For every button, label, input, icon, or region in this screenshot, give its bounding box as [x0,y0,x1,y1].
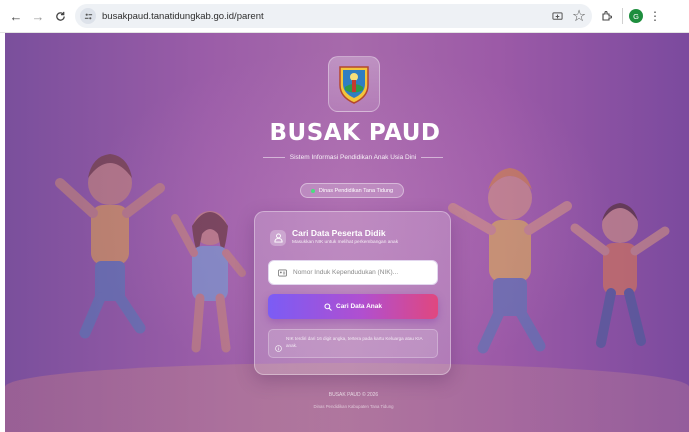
agency-badge-label: Dinas Pendidikan Tana Tidung [318,187,394,194]
browser-toolbar: ← → busakpaud.tanatidungkab.go.id/parent… [0,0,689,33]
agency-badge: Dinas Pendidikan Tana Tidung [300,183,404,198]
site-info-icon[interactable] [80,8,96,24]
app-subtitle: Sistem Informasi Pendidikan Anak Usia Di… [289,154,417,161]
nik-input[interactable] [293,269,433,276]
nik-field[interactable] [268,260,438,285]
user-icon [270,230,286,246]
child-illustration-right [448,168,572,354]
profile-avatar[interactable]: G [629,9,643,23]
menu-kebab-icon[interactable]: ⋮ [649,9,661,23]
url-text[interactable]: busakpaud.tanatidungkab.go.id/parent [102,11,548,22]
reload-icon[interactable] [51,7,69,25]
extensions-icon[interactable] [598,7,616,25]
search-button-label: Cari Data Anak [336,303,382,310]
page-background: BUSAK PAUD Sistem Informasi Pendidikan A… [5,33,689,432]
bookmark-star-icon[interactable]: ☆ [570,7,588,25]
footer-copyright: BUSAK PAUD © 2026 [328,392,379,398]
child-illustration-left [55,154,165,339]
id-card-icon [278,264,287,282]
search-child-button[interactable]: Cari Data Anak [268,294,438,319]
status-dot-icon [310,188,315,193]
card-title: Cari Data Peserta Didik [292,228,386,238]
search-card: Cari Data Peserta Didik Masukkan NIK unt… [254,211,451,375]
search-icon [324,299,332,314]
child-illustration-center-left [171,211,246,353]
toolbar-divider [622,8,623,24]
card-description: Masukkan NIK untuk melihat perkembangan … [292,240,399,245]
footer-agency: Dinas Pendidikan Kabupaten Tana Tidung [313,404,394,409]
app-title: BUSAK PAUD [269,120,441,146]
subtitle-divider-right [421,157,444,158]
forward-icon[interactable]: → [29,7,47,25]
subtitle-row: Sistem Informasi Pendidikan Anak Usia Di… [263,154,444,161]
back-icon[interactable]: ← [7,7,25,25]
nik-info-box: NIK terdiri dari 16 digit angka, tertera… [268,329,438,358]
subtitle-divider-left [263,157,285,158]
regency-emblem-logo [328,56,380,112]
install-app-icon[interactable] [548,7,566,25]
child-illustration-far-right [570,203,670,348]
nik-info-text: NIK terdiri dari 16 digit angka, tertera… [286,336,423,348]
address-bar[interactable]: busakpaud.tanatidungkab.go.id/parent ☆ [75,4,592,28]
info-icon [275,339,282,357]
